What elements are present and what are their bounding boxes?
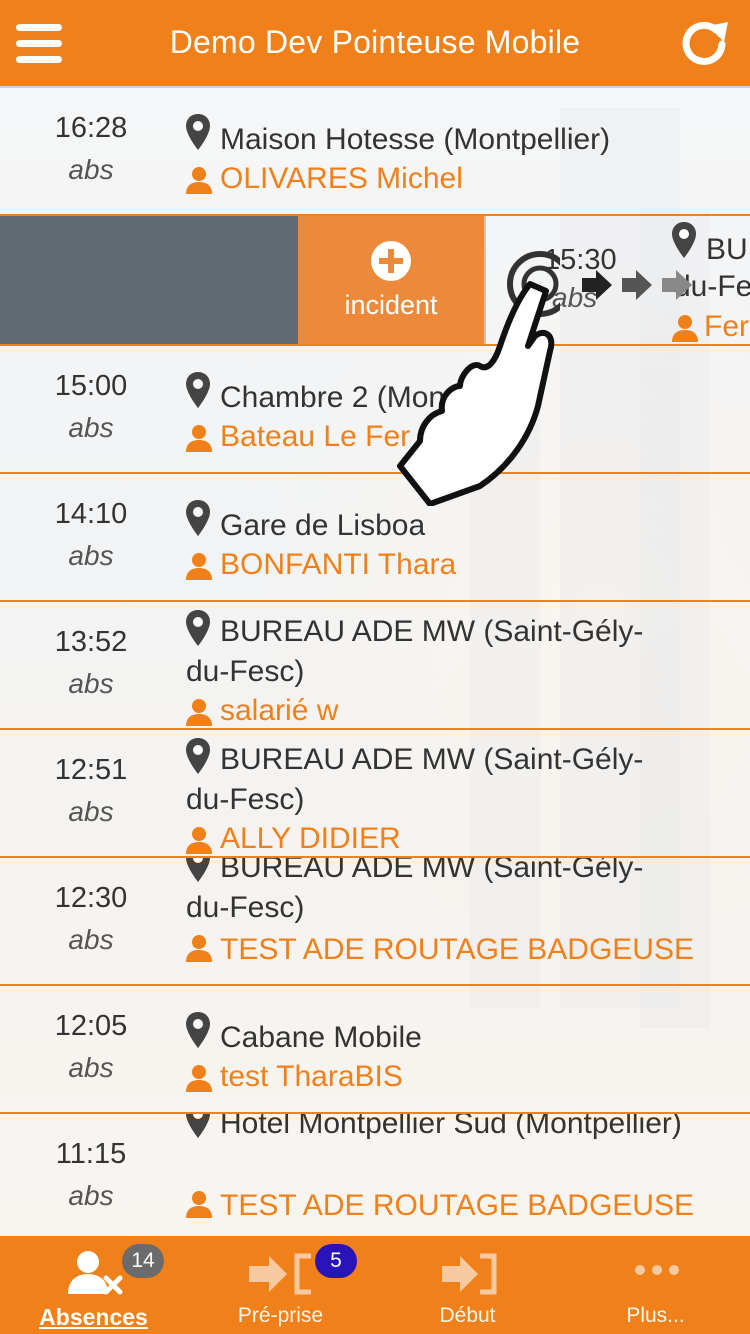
arrow-into-door-icon (442, 1253, 497, 1295)
incident-button[interactable]: incident (298, 216, 484, 344)
person-icon (186, 935, 212, 962)
time: 12:51 (54, 754, 128, 786)
time: 16:28 (54, 112, 128, 144)
location: Chambre 2 (Montpellier) (220, 381, 544, 414)
status: abs (68, 154, 114, 185)
tab-label: Absences (39, 1304, 148, 1330)
person-icon (186, 425, 212, 452)
person-name: Bateau Le Fer (220, 420, 411, 453)
arrow-in-bracket-icon (249, 1253, 311, 1295)
tab-pre-prise[interactable]: 5 Pré-prise (187, 1236, 374, 1334)
tab-plus[interactable]: Plus... (562, 1236, 749, 1334)
location: Cabane Mobile (220, 1021, 422, 1054)
person-name: TEST ADE ROUTAGE BADGEUSE (220, 933, 694, 966)
time: 15:00 (54, 370, 128, 402)
status: abs (68, 668, 114, 699)
incident-label: incident (344, 290, 438, 320)
location-pin-icon (672, 222, 696, 258)
list-item[interactable]: 16:28 abs Maison Hotesse (Montpellier) O… (0, 88, 750, 216)
person-name: test TharaBIS (220, 1060, 403, 1093)
person-icon (186, 1191, 212, 1218)
refresh-icon[interactable] (678, 18, 734, 70)
person-icon (186, 167, 212, 194)
time: 12:30 (54, 882, 128, 914)
bottom-tab-bar: 14 Absences 5 Pré-prise Début Plus... (0, 1236, 750, 1334)
person-name: Fer (704, 310, 749, 343)
person-icon (186, 827, 212, 854)
list-item[interactable]: 13:52 abs BUREAU ADE MW (Saint-Gély-du-F… (0, 602, 750, 730)
tab-absences[interactable]: 14 Absences (0, 1236, 187, 1334)
status: abs (68, 540, 114, 571)
list-item[interactable]: 15:00 abs Chambre 2 (Montpellier) Bateau… (0, 346, 750, 474)
person-icon (186, 1065, 212, 1092)
location: Gare de Lisboa (220, 509, 426, 542)
absences-count-badge: 14 (122, 1244, 164, 1278)
list-item[interactable]: 11:15 abs Hotel Montpellier Sud (Montpel… (0, 1114, 750, 1236)
person-x-icon (68, 1251, 123, 1295)
status: abs (68, 412, 114, 443)
status: abs (68, 1052, 114, 1083)
person-name: BONFANTI Thara (220, 548, 457, 581)
list-item[interactable]: 14:10 abs Gare de Lisboa BONFANTI Thara (0, 474, 750, 602)
app-header: Demo Dev Pointeuse Mobile (0, 0, 750, 88)
person-icon (186, 553, 212, 580)
location: BUREAU ADE MW (Saint-Gély-du-Fesc) (186, 743, 644, 816)
list-item[interactable]: 12:51 abs BUREAU ADE MW (Saint-Gély-du-F… (0, 730, 750, 858)
person-name: OLIVARES Michel (220, 162, 463, 195)
location: BUREAU ADE MW (Saint-Gély-du-Fesc) (186, 615, 644, 688)
swipe-background (0, 216, 298, 344)
time: 13:52 (54, 626, 128, 658)
list-item[interactable]: 12:05 abs Cabane Mobile test TharaBIS (0, 986, 750, 1114)
attendance-list[interactable]: 16:28 abs Maison Hotesse (Montpellier) O… (0, 88, 750, 1236)
status: abs (68, 1180, 114, 1211)
shifted-row-content: 15:30 abs BU du-Fe Fer (486, 216, 750, 344)
swipe-arrows-icon (582, 270, 692, 300)
app-title: Demo Dev Pointeuse Mobile (169, 24, 581, 60)
tab-label: Pré-prise (237, 1304, 324, 1327)
person-icon (672, 315, 698, 342)
plus-circle-icon (371, 241, 411, 281)
location: Maison Hotesse (Montpellier) (220, 123, 611, 156)
location: Hotel Montpellier Sud (Montpellier) (220, 1114, 682, 1140)
tab-label: Début (439, 1304, 496, 1327)
person-name: TEST ADE ROUTAGE BADGEUSE (220, 1189, 694, 1222)
time: 12:05 (54, 1010, 128, 1042)
status: abs (68, 796, 114, 827)
location: BUREAU ADE MW (Saint-Gély-du-Fesc) (186, 858, 644, 924)
location: BU (706, 233, 748, 266)
time: 14:10 (54, 498, 128, 530)
person-name: ALLY DIDIER (220, 822, 401, 855)
swiped-list-item[interactable]: incident 15:30 abs BU du-Fe Fer (0, 216, 750, 346)
list-item[interactable]: 12:30 abs BUREAU ADE MW (Saint-Gély-du-F… (0, 858, 750, 986)
person-icon (186, 699, 212, 726)
status: abs (68, 924, 114, 955)
tab-debut[interactable]: Début (374, 1236, 561, 1334)
tab-label: Plus... (626, 1304, 685, 1327)
person-name: salarié w (220, 694, 339, 727)
time: 11:15 (55, 1138, 127, 1170)
more-dots-icon (635, 1265, 679, 1275)
pre-prise-count-badge: 5 (315, 1244, 357, 1278)
